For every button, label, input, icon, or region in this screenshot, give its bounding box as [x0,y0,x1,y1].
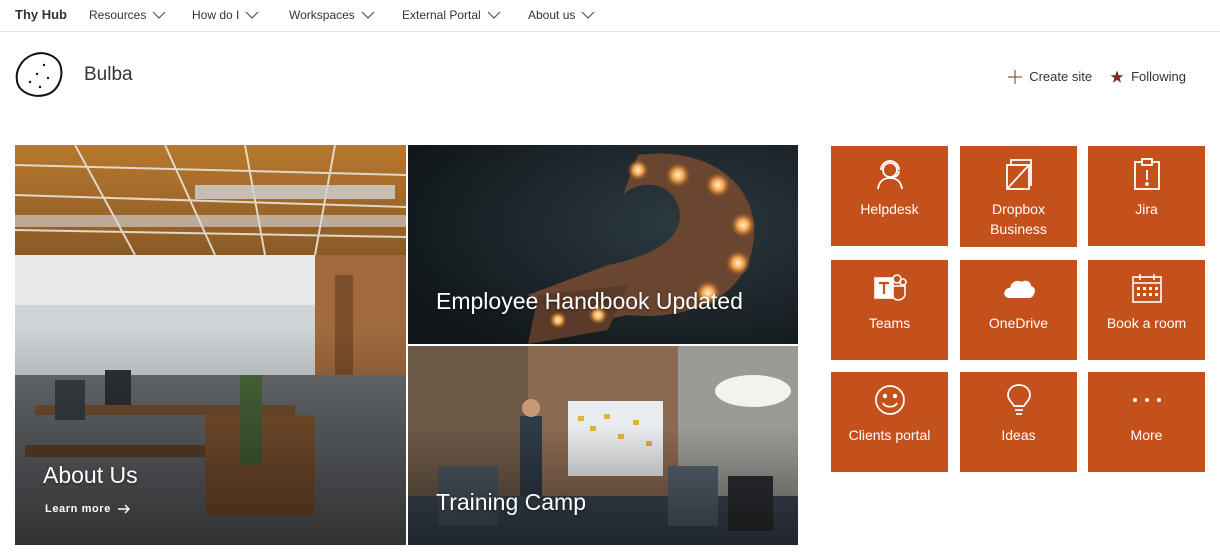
arrow-right-icon [117,504,130,514]
hero-main-about-us[interactable]: About Us Learn more [15,145,406,545]
site-title[interactable]: Bulba [84,64,133,86]
teams-icon [873,274,907,301]
quick-link-label: Jira [1135,201,1158,217]
top-navigation: Thy Hub Resources How do I Workspaces Ex… [0,0,1220,32]
site-actions: Create site Following [990,69,1186,84]
hero-handbook-title: Employee Handbook Updated [436,288,743,314]
quick-link-dropbox-business[interactable]: Dropbox Business [960,146,1077,247]
quick-link-helpdesk[interactable]: Helpdesk [831,146,948,246]
nav-item-label: Resources [89,8,147,22]
nav-item-label: How do I [192,8,240,22]
hero-main-title: About Us [43,462,138,488]
calendar-icon [1131,274,1162,303]
hero-training-title: Training Camp [436,489,586,515]
learn-more-link[interactable]: Learn more [45,503,131,515]
following-label: Following [1131,69,1186,84]
nav-item-resources[interactable]: Resources [89,8,166,22]
chevron-down-icon [245,11,259,19]
quick-link-ideas[interactable]: Ideas [960,372,1077,472]
cloud-icon [1003,280,1035,298]
chevron-down-icon [361,11,375,19]
quick-link-more[interactable]: More [1088,372,1205,472]
hero-employee-handbook[interactable]: Employee Handbook Updated [408,145,798,344]
smiley-icon [874,385,905,415]
quick-link-book-a-room[interactable]: Book a room [1088,260,1205,360]
lightbulb-icon [1006,384,1031,415]
quick-link-label: Dropbox Business [990,201,1047,237]
nav-item-label: Workspaces [289,8,355,22]
quick-link-label: Book a room [1106,315,1187,331]
dropbox-icon [1005,159,1032,190]
quick-link-label: More [1130,427,1163,443]
chevron-down-icon [152,11,166,19]
plus-icon [1008,69,1023,84]
nav-item-external-portal[interactable]: External Portal [402,8,501,22]
quick-link-onedrive[interactable]: OneDrive [960,260,1077,360]
hero-training-camp[interactable]: Training Camp [408,346,798,545]
create-site-button[interactable]: Create site [1008,69,1092,84]
star-icon [1110,70,1124,83]
chevron-down-icon [487,11,501,19]
learn-more-label: Learn more [45,503,111,515]
quick-link-label: Teams [868,315,911,331]
quick-link-label: Ideas [1001,427,1036,443]
quick-link-label: Clients portal [848,427,931,443]
more-icon [1132,398,1161,402]
nav-item-label: About us [528,8,576,22]
create-site-label: Create site [1029,69,1093,84]
quick-link-clients-portal[interactable]: Clients portal [831,372,948,472]
nav-item-about-us[interactable]: About us [528,8,595,22]
potato-icon[interactable] [14,48,66,100]
nav-item-label: External Portal [402,8,481,22]
clipboard-alert-icon [1133,158,1160,190]
chevron-down-icon [581,11,595,19]
quick-link-label: Helpdesk [860,201,919,217]
headset-icon [876,160,903,190]
quick-link-label: OneDrive [988,315,1049,331]
following-button[interactable]: Following [1110,69,1186,84]
quick-link-teams[interactable]: Teams [831,260,948,360]
hub-brand[interactable]: Thy Hub [15,7,67,22]
nav-item-how-do-i[interactable]: How do I [192,8,259,22]
quick-link-jira[interactable]: Jira [1088,146,1205,246]
nav-item-workspaces[interactable]: Workspaces [289,8,375,22]
